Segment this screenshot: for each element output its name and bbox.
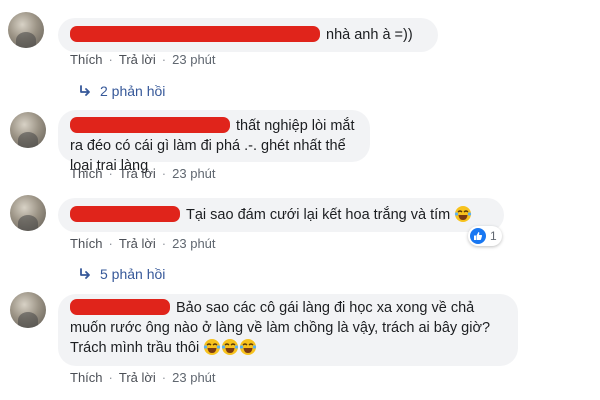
reply-arrow-icon bbox=[80, 85, 90, 96]
reply-link[interactable]: Trả lời bbox=[119, 370, 156, 385]
separator: · bbox=[161, 52, 167, 67]
reply-arrow-icon bbox=[80, 268, 90, 279]
separator: · bbox=[161, 370, 167, 385]
timestamp[interactable]: 23 phút bbox=[172, 52, 215, 67]
comment-bubble: thất nghiệp lòi mắt ra đéo có cái gì làm… bbox=[58, 110, 370, 174]
comment-actions: Thích · Trả lời · 23 phút bbox=[70, 166, 216, 181]
view-replies-link[interactable]: 2 phản hồi bbox=[78, 83, 165, 99]
separator: · bbox=[161, 166, 167, 181]
laughing-tears-emoji-icon bbox=[455, 206, 472, 222]
comment-actions: Thích · Trả lời · 23 phút bbox=[70, 236, 216, 251]
comment-bubble: Tại sao đám cưới lại kết hoa trắng và tí… bbox=[58, 198, 504, 232]
redacted-name bbox=[70, 26, 320, 42]
like-link[interactable]: Thích bbox=[70, 370, 103, 385]
redacted-name bbox=[70, 117, 230, 133]
separator: · bbox=[108, 370, 113, 385]
redacted-name bbox=[70, 206, 180, 222]
avatar[interactable] bbox=[8, 12, 44, 48]
timestamp[interactable]: 23 phút bbox=[172, 236, 215, 251]
avatar[interactable] bbox=[10, 195, 46, 231]
thumbs-up-icon bbox=[470, 228, 486, 244]
separator: · bbox=[108, 52, 113, 67]
replies-count-label: 2 phản hồi bbox=[100, 83, 166, 99]
laughing-tears-emoji-icon bbox=[240, 339, 257, 355]
comment-text: Tại sao đám cưới lại kết hoa trắng và tí… bbox=[186, 207, 451, 223]
separator: · bbox=[108, 166, 113, 181]
redacted-name bbox=[70, 299, 170, 315]
separator: · bbox=[108, 236, 113, 251]
reply-link[interactable]: Trả lời bbox=[119, 166, 156, 181]
reply-link[interactable]: Trả lời bbox=[119, 236, 156, 251]
avatar[interactable] bbox=[10, 112, 46, 148]
timestamp[interactable]: 23 phút bbox=[172, 370, 215, 385]
comment-bubble: nhà anh à =)) bbox=[58, 18, 438, 52]
replies-count-label: 5 phản hồi bbox=[100, 266, 166, 282]
reaction-count-badge[interactable]: 1 bbox=[468, 226, 502, 246]
avatar[interactable] bbox=[10, 292, 46, 328]
comment-actions: Thích · Trả lời · 23 phút bbox=[70, 370, 216, 385]
laughing-tears-emoji-icon bbox=[204, 339, 221, 355]
reaction-count: 1 bbox=[490, 229, 497, 243]
timestamp[interactable]: 23 phút bbox=[172, 166, 215, 181]
like-link[interactable]: Thích bbox=[70, 52, 103, 67]
comment-bubble: Bảo sao các cô gái làng đi học xa xong v… bbox=[58, 294, 518, 366]
laughing-tears-emoji-icon bbox=[222, 339, 239, 355]
comment-actions: Thích · Trả lời · 23 phút bbox=[70, 52, 216, 67]
like-link[interactable]: Thích bbox=[70, 166, 103, 181]
view-replies-link[interactable]: 5 phản hồi bbox=[78, 266, 165, 282]
like-link[interactable]: Thích bbox=[70, 236, 103, 251]
reply-link[interactable]: Trả lời bbox=[119, 52, 156, 67]
separator: · bbox=[161, 236, 167, 251]
comment-text: nhà anh à =)) bbox=[326, 27, 413, 43]
